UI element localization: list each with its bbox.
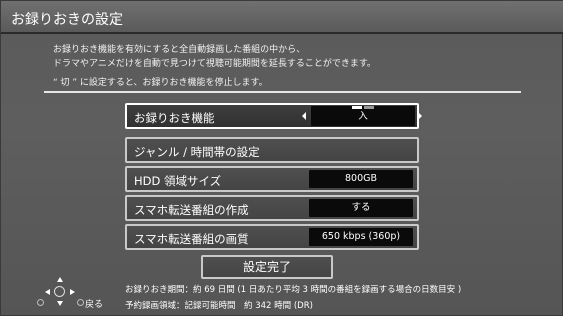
dpad-left-icon [45,289,50,295]
setting-value: 650 kbps (360p) [309,228,413,246]
setting-row-phone-quality[interactable]: スマホ転送番組の画質 650 kbps (360p) [125,224,419,250]
left-arrow-icon[interactable] [302,112,306,120]
dpad-up-icon [57,277,63,282]
divider [44,91,521,93]
setting-row-otorioki[interactable]: お録りおき機能 入 [125,103,422,129]
setting-value: 800GB [309,170,413,188]
title-bar: お録りおきの設定 [1,1,563,34]
setting-value: する [309,199,413,217]
setting-label: お録りおき機能 [134,111,215,125]
setting-label: ジャンル / 時間帯の設定 [134,145,260,159]
description-line-2: ドラマやアニメだけを自動で見つけて視聴可能期間を延長することができます。 [53,59,376,69]
setting-row-hdd-size[interactable]: HDD 領域サイズ 800GB [125,166,419,192]
dpad-icon [37,277,85,313]
dpad-center-icon [54,286,65,297]
right-arrow-icon[interactable] [418,112,422,120]
setting-row-phone-transfer[interactable]: スマホ転送番組の作成 する [125,195,419,221]
dpad-down-icon [57,301,63,306]
setting-row-genre-time[interactable]: ジャンル / 時間帯の設定 [125,137,419,163]
back-button-icon [77,299,84,306]
setting-label: HDD 領域サイズ [134,174,222,188]
settings-screen: お録りおきの設定 お録りおき機能を有効にすると全自動録画した番組の中から、 ドラ… [0,0,563,316]
setting-label: スマホ転送番組の画質 [134,232,249,246]
setting-label: スマホ転送番組の作成 [134,203,249,217]
description-line-1: お録りおき機能を有効にすると全自動録画した番組の中から、 [53,45,306,55]
page-title: お録りおきの設定 [11,12,123,28]
footer-recording-area: 予約録画領域：記録可能時間 約 342 時間 (DR) [125,301,313,311]
back-label: 戻る [85,300,104,310]
dpad-right-icon [70,289,75,295]
footer-period: お録りおき期間：約 69 日間 (1 日あたり平均 3 時間の番組を録画する場合… [125,285,462,295]
description-line-3: “ 切 ” に設定すると、お録りおき機能を停止します。 [53,78,268,88]
return-icon [37,299,44,306]
done-button[interactable]: 設定完了 [201,255,333,279]
setting-value: 入 [311,106,415,126]
